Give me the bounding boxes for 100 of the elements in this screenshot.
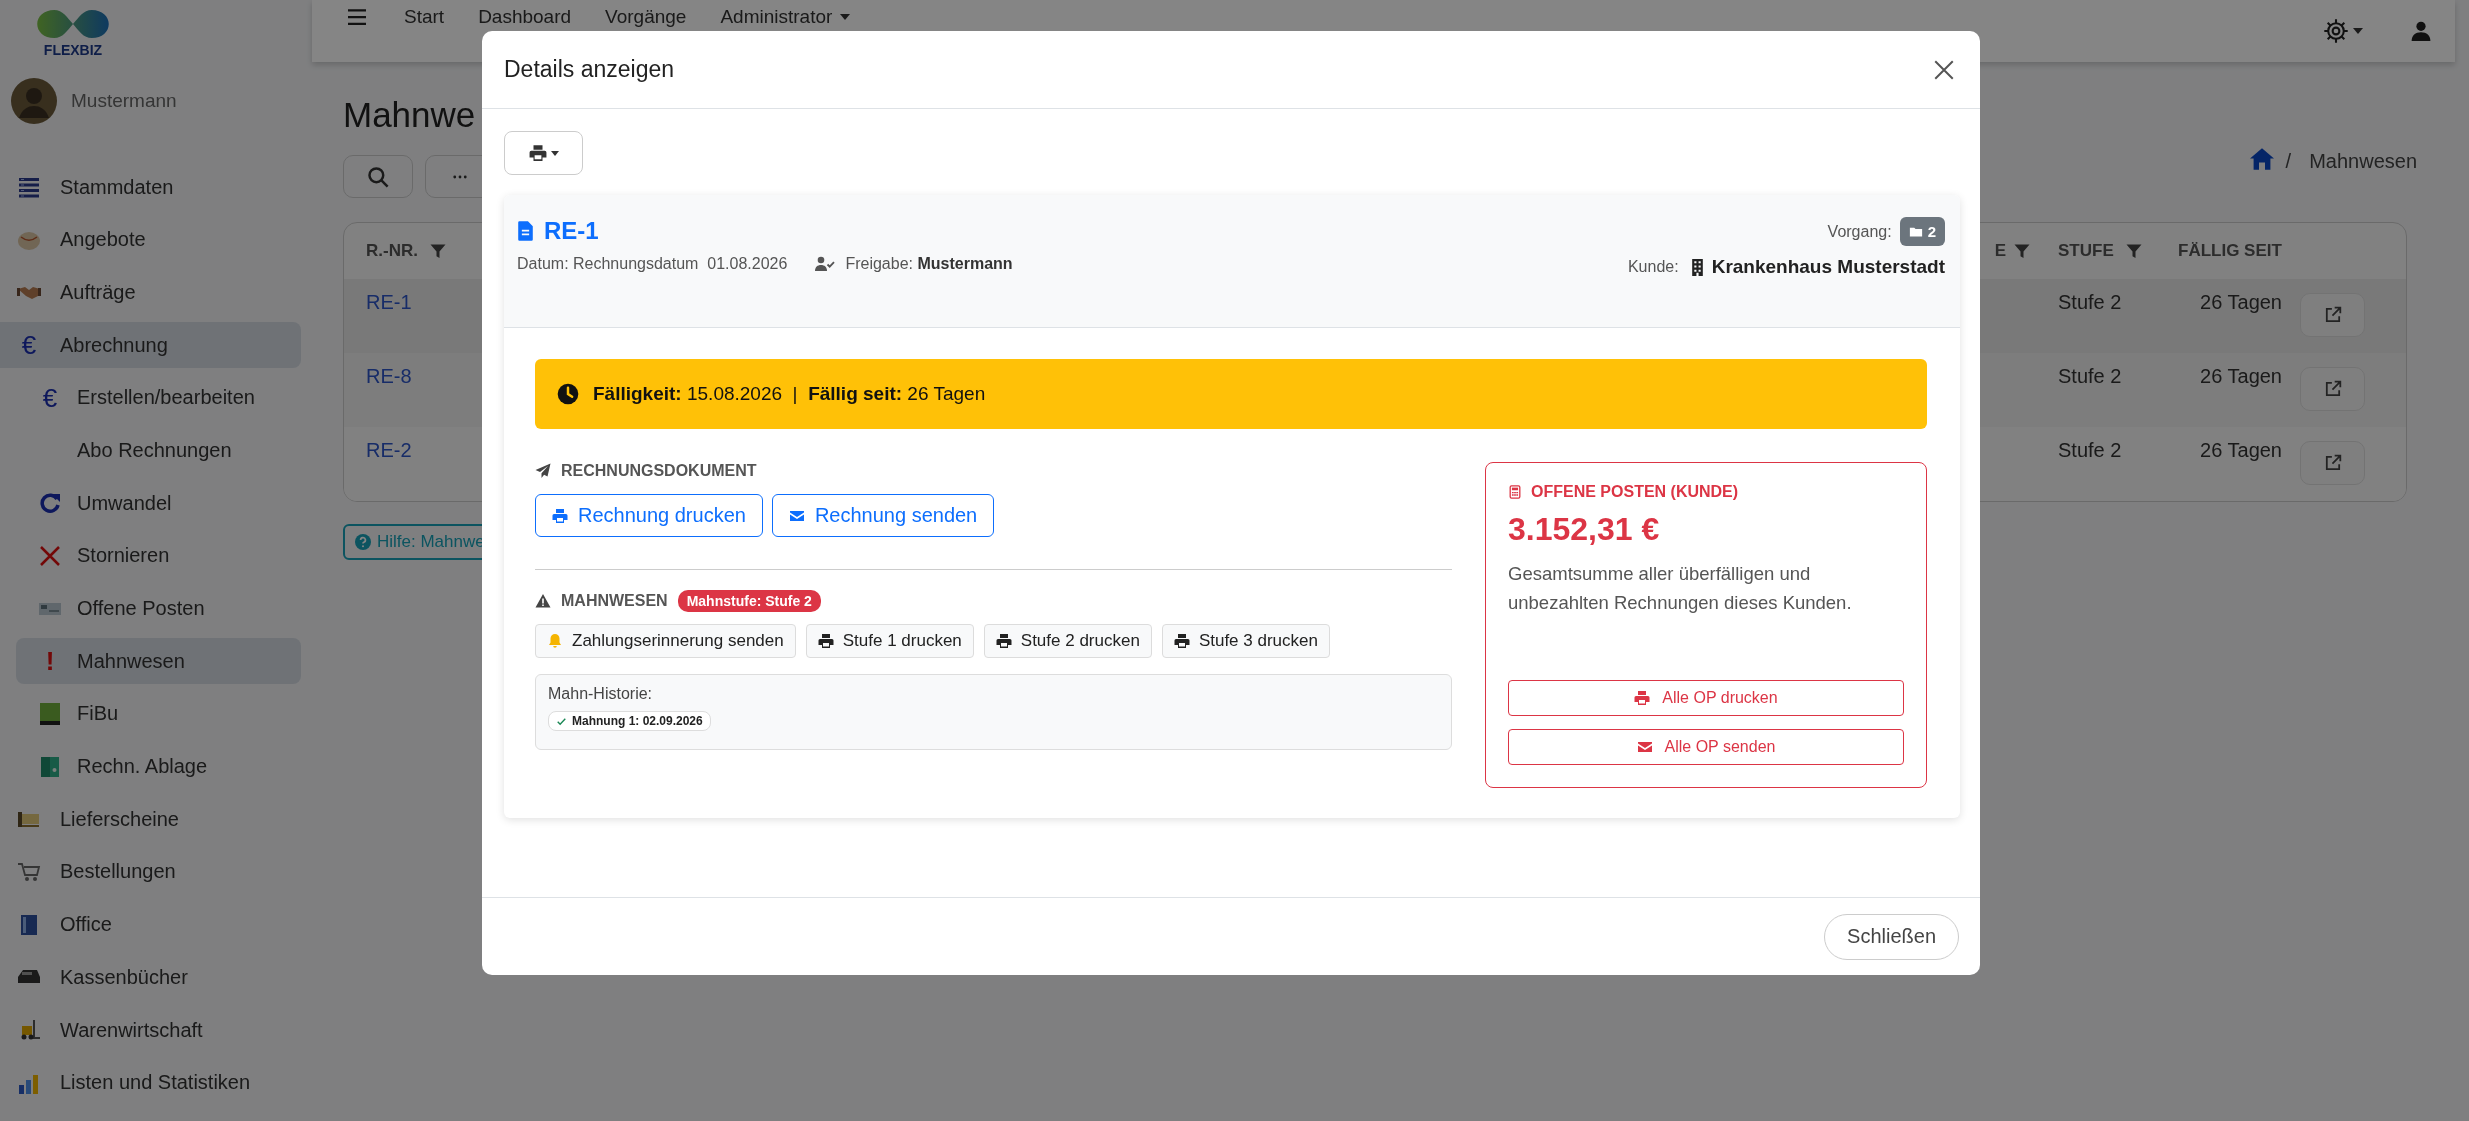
external-link-icon bbox=[2323, 454, 2342, 472]
nav-link[interactable]: Administrator bbox=[720, 6, 851, 28]
binder-icon bbox=[38, 754, 62, 779]
send-button[interactable]: Alle OP senden bbox=[1508, 729, 1904, 765]
sidebar-item[interactable]: € Abrechnung bbox=[0, 322, 301, 369]
glyph-icon: € bbox=[21, 332, 37, 359]
filter-icon bbox=[429, 243, 446, 259]
sidebar-item[interactable]: Stammdaten bbox=[0, 164, 301, 210]
external-link-icon bbox=[2323, 380, 2342, 398]
close-dialog-button[interactable]: Schließen bbox=[1824, 913, 1959, 960]
open-button[interactable] bbox=[2300, 293, 2365, 337]
menu-icon bbox=[348, 9, 366, 25]
sidebar-item[interactable]: Abo Rechnungen bbox=[16, 427, 301, 474]
sidebar-item[interactable]: Office bbox=[0, 901, 301, 948]
avatar bbox=[11, 78, 57, 124]
search-icon bbox=[367, 165, 389, 188]
history-title: Mahn-Historie: bbox=[548, 685, 654, 703]
stack-icon bbox=[17, 175, 41, 199]
nav-link[interactable]: Start bbox=[404, 6, 445, 28]
vorgang-label: Vorgang: bbox=[1827, 222, 1892, 241]
open-button[interactable] bbox=[2300, 367, 2365, 411]
refresh-icon bbox=[38, 491, 62, 516]
sidebar-item[interactable]: Umwandel bbox=[16, 480, 301, 527]
page-title: Mahnwe bbox=[343, 96, 476, 135]
open-items-title: OFFENE POSTEN (KUNDE) bbox=[1531, 483, 1739, 501]
invoice-link[interactable]: RE-1 bbox=[366, 291, 412, 314]
open-button[interactable] bbox=[2300, 441, 2365, 485]
nav-link[interactable]: Vorgänge bbox=[605, 6, 687, 28]
sidebar-item[interactable]: ! Mahnwesen bbox=[16, 638, 301, 685]
calculator-icon bbox=[1508, 484, 1522, 500]
level-badge: Mahnstufe: Stufe 2 bbox=[677, 590, 821, 612]
print-button[interactable]: Stufe 3 drucken bbox=[1161, 624, 1330, 658]
cross-icon bbox=[38, 543, 62, 568]
sidebar-item[interactable]: Angebote bbox=[0, 216, 301, 263]
sidebar-item[interactable]: € Erstellen/bearbeiten bbox=[16, 374, 301, 421]
printer-icon bbox=[817, 633, 834, 649]
column-header[interactable]: STUFE bbox=[2058, 241, 2142, 261]
search-button[interactable] bbox=[343, 155, 413, 198]
invoice-number[interactable]: RE-1 bbox=[544, 217, 599, 245]
vorgang-badge[interactable]: 2 bbox=[1899, 217, 1945, 246]
sidebar-item[interactable]: Warenwirtschaft bbox=[0, 1007, 301, 1053]
sidebar-item[interactable]: Aufträge bbox=[0, 269, 301, 316]
section-title: RECHNUNGSDOKUMENT bbox=[561, 462, 757, 480]
close-icon bbox=[1934, 59, 1954, 80]
bell-icon bbox=[547, 633, 563, 649]
print-button[interactable]: Alle OP drucken bbox=[1508, 680, 1904, 716]
table-cell: 26 Tagen bbox=[2200, 291, 2282, 314]
table-cell: 26 Tagen bbox=[2200, 365, 2282, 388]
sidebar-item[interactable]: FiBu bbox=[16, 690, 301, 737]
user-name: Mustermann bbox=[71, 90, 177, 112]
table-cell: 26 Tagen bbox=[2200, 439, 2282, 462]
column-header[interactable]: R.-NR. bbox=[366, 241, 446, 261]
open-items-description: Gesamtsumme aller überfälligen und unbezahlten Rechnungen dieses Kunden. bbox=[1508, 562, 1853, 615]
print-dropdown-button[interactable] bbox=[504, 131, 583, 175]
filter-icon bbox=[2125, 243, 2142, 259]
user-icon bbox=[2411, 20, 2431, 42]
printer-icon bbox=[528, 144, 547, 162]
user-check-icon bbox=[815, 256, 836, 272]
modal-title: Details anzeigen bbox=[504, 56, 675, 83]
envelope-icon bbox=[1636, 739, 1653, 755]
nav-link[interactable]: Dashboard bbox=[478, 6, 572, 28]
table-cell: Stufe 2 bbox=[2058, 439, 2122, 462]
history-entry: Mahnung 1: 02.09.2026 bbox=[548, 711, 711, 731]
dots-icon bbox=[453, 174, 467, 179]
sidebar-item[interactable]: Kassenbücher bbox=[0, 954, 301, 1001]
settings-icon bbox=[2323, 18, 2349, 44]
customer-name: Krankenhaus Musterstadt bbox=[1711, 256, 1945, 278]
document-icon bbox=[517, 221, 534, 241]
sidebar-item[interactable]: Rechn. Ablage bbox=[16, 743, 301, 790]
caret-icon bbox=[840, 14, 851, 20]
print-button[interactable]: Stufe 1 drucken bbox=[805, 624, 974, 658]
sidebar-item[interactable]: Offene Posten bbox=[16, 585, 301, 632]
sidebar-item[interactable]: Bestellungen bbox=[0, 848, 301, 895]
logo-icon bbox=[35, 8, 111, 40]
invoice-link[interactable]: RE-8 bbox=[366, 365, 412, 388]
clock-icon bbox=[557, 383, 579, 405]
customer-label: Kunde: bbox=[1627, 258, 1679, 276]
invoice-link[interactable]: RE-2 bbox=[366, 439, 412, 462]
table-cell: Stufe 2 bbox=[2058, 365, 2122, 388]
print-button[interactable]: Rechnung drucken bbox=[535, 494, 763, 537]
column-header[interactable]: E bbox=[1994, 241, 2030, 261]
caret-icon bbox=[2353, 28, 2363, 34]
print-button[interactable]: Stufe 2 drucken bbox=[983, 624, 1152, 658]
tile-icon bbox=[38, 701, 62, 726]
column-header[interactable]: FÄLLIG SEIT bbox=[2178, 241, 2282, 261]
due-text: Fälligkeit: 15.08.2026 | Fällig seit: 26 Tagen bbox=[593, 383, 986, 405]
table-cell: Stufe 2 bbox=[2058, 291, 2122, 314]
printer-icon bbox=[1173, 633, 1190, 649]
sidebar-item[interactable]: Listen und Statistiken bbox=[0, 1059, 301, 1106]
reminder-button[interactable]: Zahlungserinnerung senden bbox=[535, 624, 796, 658]
help-icon bbox=[355, 534, 371, 550]
sidebar-item[interactable]: Stornieren bbox=[16, 532, 301, 579]
open-amount: 3.152,31 € bbox=[1508, 511, 1661, 548]
glyph-icon: € bbox=[42, 384, 58, 411]
printer-icon bbox=[552, 507, 568, 524]
breadcrumb-item: Mahnwesen bbox=[2309, 150, 2417, 173]
sidebar-item[interactable]: Lieferscheine bbox=[0, 796, 301, 843]
printer-icon bbox=[995, 633, 1012, 649]
send-button[interactable]: Rechnung senden bbox=[771, 494, 995, 537]
logo-text: FLEXBIZ bbox=[43, 42, 103, 58]
